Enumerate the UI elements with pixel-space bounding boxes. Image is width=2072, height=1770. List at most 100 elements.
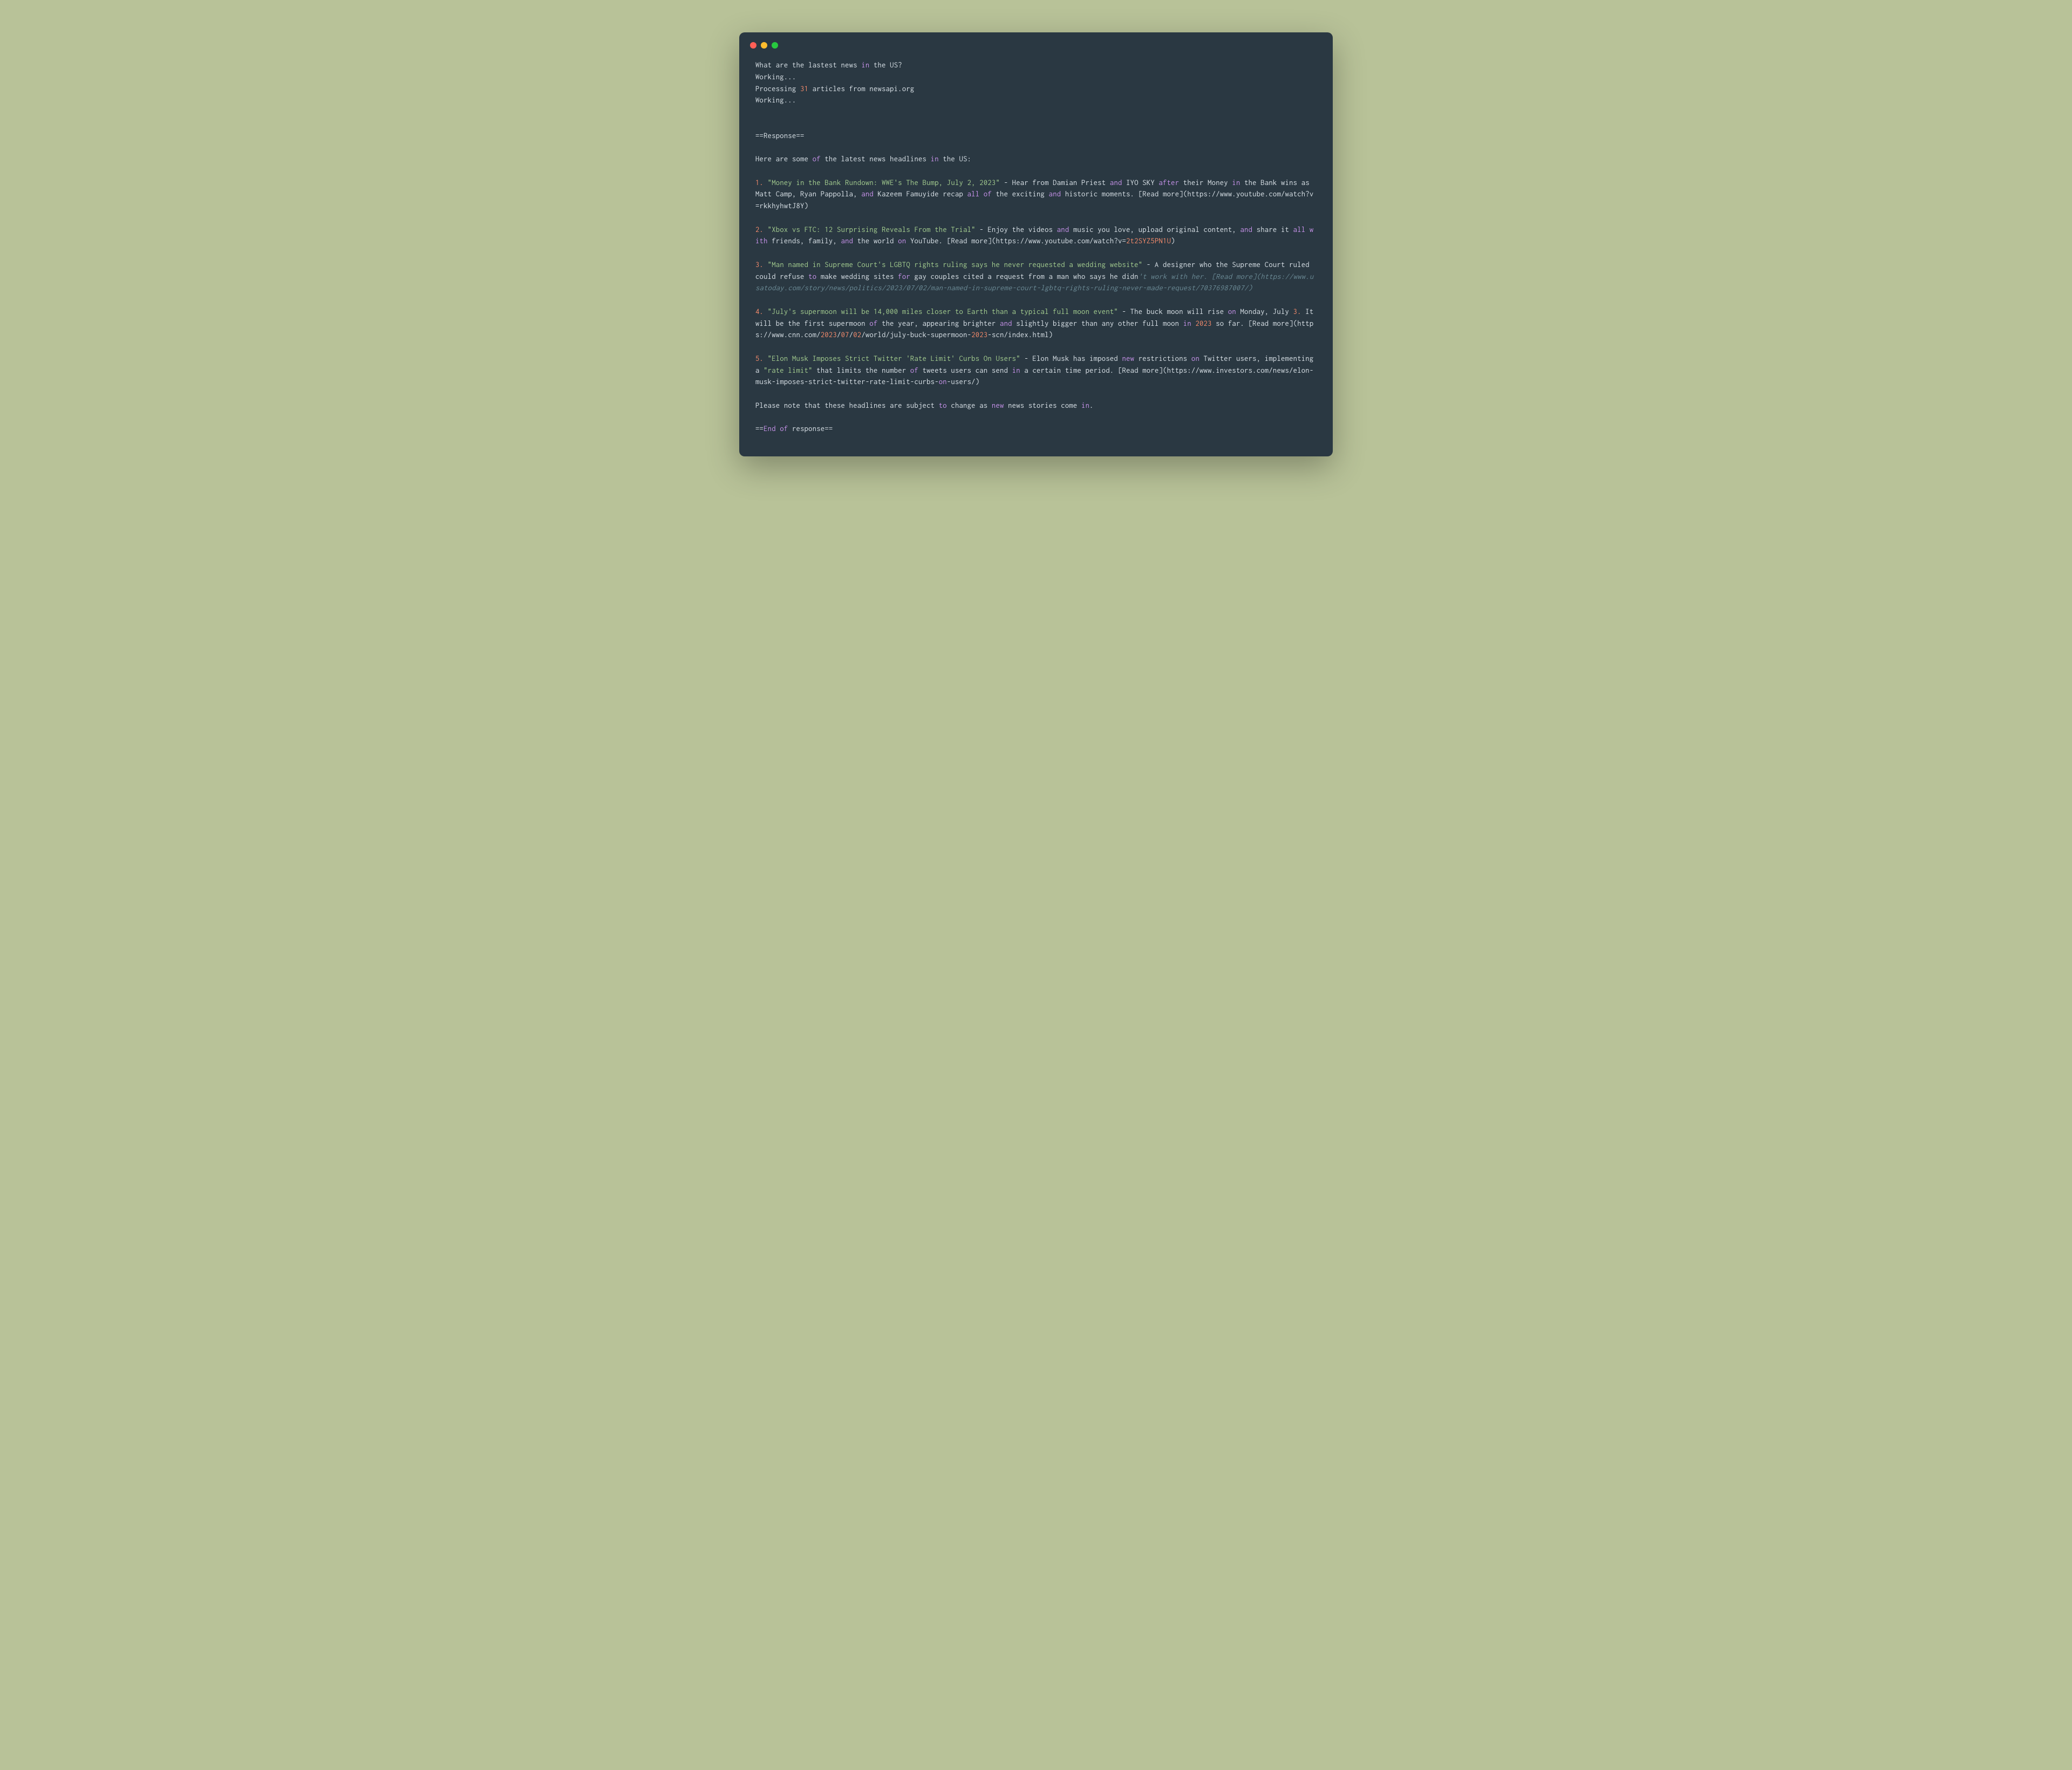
token-default: their Money (1179, 179, 1232, 187)
maximize-icon[interactable] (772, 42, 778, 49)
token-default (764, 179, 768, 187)
terminal-window: What are the lastest news in the US? Work… (739, 32, 1333, 456)
token-default: -users/) (947, 378, 979, 386)
token-string: "Man named in Supreme Court's LGBTQ righ… (768, 261, 1143, 269)
terminal-line: 4. "July's supermoon will be 14,000 mile… (755, 306, 1317, 341)
token-default: tweets users can send (918, 366, 1012, 374)
token-number: 5. (755, 354, 764, 363)
token-default: the world (853, 237, 898, 245)
terminal-line: Working... (755, 94, 1317, 106)
token-default: restrictions (1134, 354, 1191, 363)
token-default: the latest news headlines (821, 155, 931, 163)
token-default: Working... (755, 73, 796, 81)
token-keyword: of (869, 319, 877, 327)
token-default (764, 307, 768, 316)
token-default: IYO SKY (1122, 179, 1159, 187)
blank-line (755, 141, 1317, 153)
token-number: 2023 (971, 331, 987, 339)
token-keyword: and (1000, 319, 1012, 327)
token-keyword: in (861, 61, 869, 69)
token-keyword: of (910, 366, 918, 374)
token-keyword: on (939, 378, 947, 386)
token-default (764, 225, 768, 234)
token-keyword: on (1191, 354, 1199, 363)
token-default: that limits the number (813, 366, 910, 374)
token-default: Here are some (755, 155, 813, 163)
token-keyword: and (841, 237, 854, 245)
terminal-line: What are the lastest news in the US? (755, 59, 1317, 71)
terminal-line: 2. "Xbox vs FTC: 12 Surprising Reveals F… (755, 224, 1317, 248)
token-default: gay couples cited a request from a man w… (910, 272, 1139, 281)
terminal-line: 3. "Man named in Supreme Court's LGBTQ r… (755, 259, 1317, 294)
token-number: 2. (755, 225, 764, 234)
terminal-line: Processing 31 articles from newsapi.org (755, 83, 1317, 95)
terminal-line: ==Response== (755, 130, 1317, 142)
token-string: "July's supermoon will be 14,000 miles c… (768, 307, 1118, 316)
close-icon[interactable] (750, 42, 756, 49)
terminal-line: Here are some of the latest news headlin… (755, 153, 1317, 165)
blank-line (755, 118, 1317, 130)
blank-line (755, 212, 1317, 224)
token-string: "Elon Musk Imposes Strict Twitter 'Rate … (768, 354, 1020, 363)
token-keyword: to (939, 401, 947, 409)
token-keyword: all (1293, 225, 1306, 234)
token-default: Kazeem Famuyide recap (874, 190, 967, 198)
terminal-line: 1. "Money in the Bank Rundown: WWE's The… (755, 177, 1317, 212)
token-default: Monday, July (1236, 307, 1293, 316)
token-keyword: new (992, 401, 1004, 409)
token-default: response== (788, 425, 833, 433)
terminal-line: ==End of response== (755, 423, 1317, 435)
token-default: - Hear from Damian Priest (1000, 179, 1110, 187)
token-default: - Enjoy the videos (976, 225, 1057, 234)
token-keyword: of (813, 155, 821, 163)
token-default: YouTube. [Read more](https://www.youtube… (906, 237, 1126, 245)
token-default: change as (947, 401, 992, 409)
token-default: ) (1171, 237, 1175, 245)
token-keyword: after (1159, 179, 1180, 187)
terminal-line: Working... (755, 71, 1317, 83)
token-keyword: in (1183, 319, 1191, 327)
token-default: the exciting (992, 190, 1049, 198)
token-default: - The buck moon will rise (1118, 307, 1228, 316)
token-default: Processing (755, 85, 800, 93)
token-keyword: on (898, 237, 906, 245)
token-default: -scn/index.html) (987, 331, 1053, 339)
minimize-icon[interactable] (761, 42, 767, 49)
token-default: news stories come (1004, 401, 1081, 409)
blank-line (755, 247, 1317, 259)
token-string: "rate limit" (764, 366, 813, 374)
token-keyword: and (1110, 179, 1122, 187)
token-number: 2t2SYZ5PN1U (1126, 237, 1171, 245)
terminal-content[interactable]: What are the lastest news in the US? Work… (739, 54, 1333, 456)
token-keyword: in (1232, 179, 1240, 187)
token-default (1305, 225, 1310, 234)
token-number: 31 (800, 85, 808, 93)
token-number: 4. (755, 307, 764, 316)
token-keyword: in (931, 155, 939, 163)
blank-line (755, 165, 1317, 177)
blank-line (755, 388, 1317, 400)
token-default: Working... (755, 96, 796, 104)
token-number: 2023 (821, 331, 837, 339)
token-default: Please note that these headlines are sub… (755, 401, 939, 409)
token-keyword: of (780, 425, 788, 433)
token-number: 02 (853, 331, 861, 339)
token-default (764, 261, 768, 269)
token-keyword: on (1228, 307, 1236, 316)
blank-line (755, 106, 1317, 118)
token-keyword: and (1057, 225, 1069, 234)
token-default (979, 190, 984, 198)
token-default: ==Response== (755, 132, 805, 140)
token-keyword: and (861, 190, 874, 198)
token-default: articles from newsapi.org (808, 85, 914, 93)
token-string: "Xbox vs FTC: 12 Surprising Reveals From… (768, 225, 976, 234)
token-default: What are the lastest news (755, 61, 861, 69)
token-keyword: and (1049, 190, 1061, 198)
token-string: "Money in the Bank Rundown: WWE's The Bu… (768, 179, 1000, 187)
token-default: the year, appearing brighter (878, 319, 1000, 327)
token-keyword: new (1122, 354, 1135, 363)
token-default: - Elon Musk has imposed (1020, 354, 1122, 363)
token-number: 1. (755, 179, 764, 187)
token-keyword: to (808, 272, 816, 281)
token-default: . (1089, 401, 1094, 409)
